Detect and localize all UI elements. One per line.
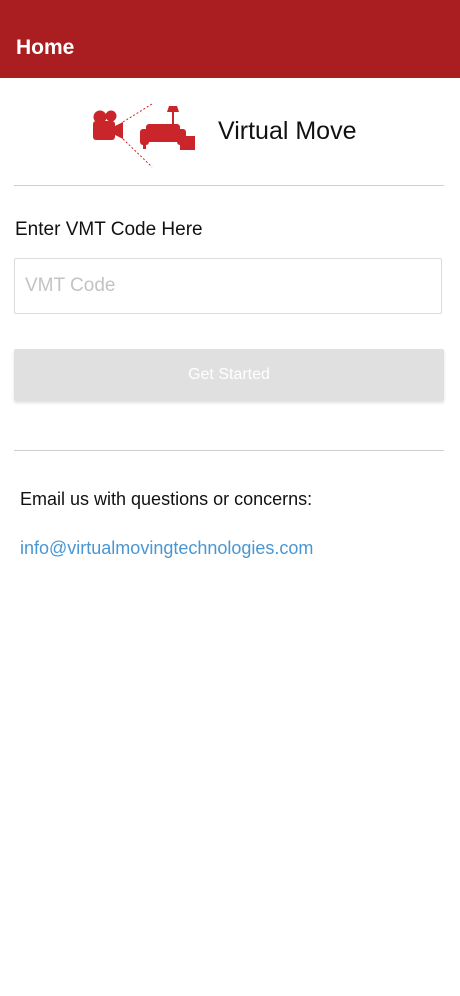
get-started-button[interactable]: Get Started — [14, 349, 444, 401]
divider — [14, 450, 444, 451]
contact-text: Email us with questions or concerns: — [20, 489, 313, 509]
app-bar: Home — [0, 0, 460, 78]
vmt-code-input[interactable] — [14, 258, 442, 314]
vmt-code-label: Enter VMT Code Here — [15, 219, 203, 240]
divider — [14, 185, 444, 186]
contact-email-link[interactable]: info@virtualmovingtechnologies.com — [20, 536, 313, 560]
app-name: Virtual Move — [218, 117, 357, 145]
page-title: Home — [16, 36, 75, 59]
logo-row: Virtual Move — [0, 96, 460, 170]
camera-couch-logo-icon — [93, 103, 195, 168]
